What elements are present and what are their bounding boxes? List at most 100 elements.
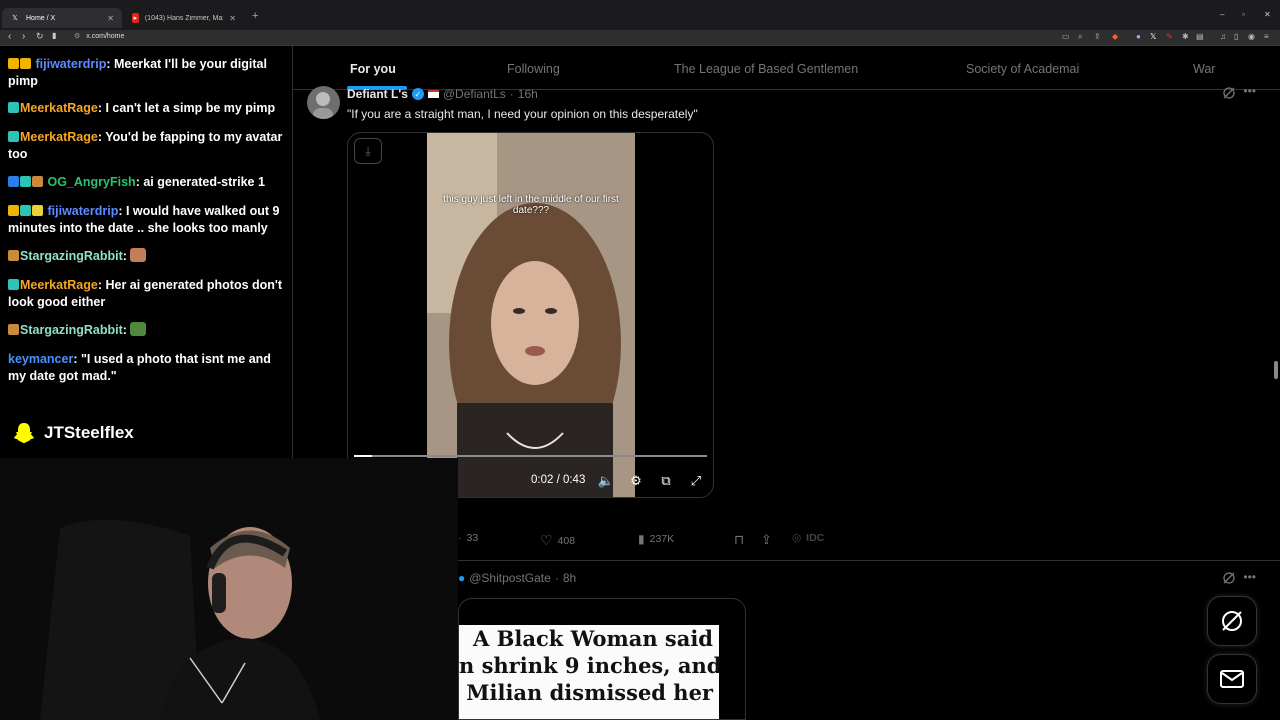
- chat-text: : I can't let a simp be my pimp: [97, 101, 276, 115]
- pen-extension-icon[interactable]: ✎: [1166, 32, 1173, 41]
- tab-following[interactable]: Following: [507, 62, 560, 76]
- video-caption: this guy just left in the middle of our …: [443, 194, 619, 216]
- more-options-icon[interactable]: •••: [1243, 84, 1256, 98]
- browser-tab-bar: 𝕏 Home / X ✕ ▸ (1043) Hans Zimmer, Max R…: [0, 0, 1280, 30]
- video-player[interactable]: this guy just left in the middle of our …: [347, 132, 714, 498]
- sub-badge-icon: [8, 102, 19, 113]
- views-icon: ▮: [638, 532, 645, 546]
- reply-action[interactable]: · 33: [458, 532, 478, 544]
- grok-icon[interactable]: [1222, 86, 1236, 100]
- author-handle[interactable]: @DefiantLs: [443, 87, 506, 101]
- tab-league-of-based-gentlemen[interactable]: The League of Based Gentlemen: [674, 62, 858, 76]
- video-progress-fill: [354, 455, 372, 457]
- gift-badge-icon: [8, 324, 19, 335]
- x-extension-icon[interactable]: 𝕏: [1150, 32, 1156, 41]
- views-action[interactable]: ▮ 237K: [638, 532, 674, 546]
- like-count: 408: [557, 534, 576, 547]
- bookmark-icon[interactable]: ▮: [52, 31, 56, 40]
- chat-message: keymancer: "I used a photo that isnt me …: [8, 351, 288, 385]
- author-name[interactable]: Defiant L's: [347, 87, 408, 101]
- chat-message: StargazingRabbit:: [8, 248, 288, 265]
- close-tab-icon[interactable]: ✕: [229, 14, 236, 23]
- back-icon[interactable]: ‹: [8, 31, 11, 42]
- more-options-icon[interactable]: •••: [1243, 570, 1256, 584]
- verified-badge-icon: ✓: [411, 88, 424, 100]
- reply-count: 33: [466, 532, 479, 544]
- post-time[interactable]: 16h: [518, 87, 538, 101]
- video-progress-bar[interactable]: [354, 455, 707, 457]
- chat-username: fijiwaterdrip: [35, 57, 107, 71]
- address-bar: ‹ › ↻ ▮ ⚙ x.com/home ▭ ⌕ ⇪ ◆ ● 𝕏 ✎ ✱ ▤ ♫…: [0, 30, 1280, 46]
- close-window-button[interactable]: ✕: [1264, 10, 1271, 19]
- fullscreen-icon[interactable]: ⤢: [688, 473, 704, 489]
- music-icon[interactable]: ♫: [1220, 32, 1226, 41]
- chat-username: MeerkatRage: [20, 130, 98, 144]
- share-action[interactable]: ⇪: [761, 532, 772, 548]
- puzzle-icon[interactable]: ✱: [1182, 32, 1189, 41]
- avatar[interactable]: [307, 86, 340, 119]
- post2-time[interactable]: 8h: [563, 571, 576, 585]
- headline-line: A Black Woman said: [473, 626, 713, 651]
- tab-title: Home / X: [26, 14, 56, 22]
- volume-icon[interactable]: 🔈: [598, 473, 614, 489]
- chat-message: StargazingRabbit:: [8, 322, 288, 339]
- chat-username: StargazingRabbit: [20, 323, 123, 337]
- grok-button[interactable]: [1207, 596, 1257, 646]
- chat-username: MeerkatRage: [20, 278, 98, 292]
- post2-image[interactable]: A Black Woman said n shrink 9 inches, an…: [458, 598, 746, 720]
- share-icon[interactable]: ⇪: [1094, 32, 1101, 41]
- download-icon[interactable]: ⤓: [354, 138, 382, 164]
- timeline-tabs: For you Following The League of Based Ge…: [293, 46, 1280, 90]
- gift-badge-icon: [8, 250, 19, 261]
- video-frame[interactable]: [427, 133, 635, 497]
- post-header: Defiant L's ✓ @DefiantLs · 16h: [347, 87, 538, 101]
- snapchat-icon: [14, 423, 34, 443]
- chat-message: MeerkatRage: Her ai generated photos don…: [8, 277, 288, 311]
- gift-badge-icon: [32, 176, 43, 187]
- minimize-button[interactable]: –: [1220, 10, 1224, 19]
- idc-badge[interactable]: ◎ IDC: [792, 532, 824, 544]
- profile-icon[interactable]: ◉: [1248, 32, 1255, 41]
- new-tab-button[interactable]: +: [252, 10, 258, 22]
- post2-header: ● @ShitpostGate · 8h: [458, 571, 577, 585]
- url-field[interactable]: ⚙ x.com/home: [74, 32, 124, 41]
- post2-handle[interactable]: @ShitpostGate: [469, 571, 551, 585]
- panel-icon[interactable]: ▯: [1234, 32, 1238, 41]
- sub-badge-icon: [20, 205, 31, 216]
- close-tab-icon[interactable]: ✕: [107, 14, 114, 23]
- chat-message: OG_AngryFish: ai generated-strike 1: [8, 174, 288, 191]
- tab-for-you[interactable]: For you: [350, 62, 396, 76]
- post-text: "If you are a straight man, I need your …: [347, 107, 698, 121]
- grok-icon[interactable]: [1222, 571, 1236, 585]
- pip-icon[interactable]: ⧉: [658, 473, 674, 489]
- zoom-icon[interactable]: ⌕: [1078, 32, 1082, 42]
- scrollbar-thumb[interactable]: [1274, 361, 1278, 379]
- grok-icon: [1222, 611, 1242, 631]
- video-person-image: [427, 133, 635, 497]
- video-time: 0:02 / 0:43: [531, 474, 586, 486]
- chat-message: MeerkatRage: You'd be fapping to my avat…: [8, 129, 288, 163]
- headline-text: A Black Woman said n shrink 9 inches, an…: [459, 625, 721, 706]
- like-action[interactable]: ♡ 408: [540, 532, 575, 549]
- tab-war[interactable]: War: [1193, 62, 1215, 76]
- reload-icon[interactable]: ↻: [36, 31, 44, 42]
- settings-icon[interactable]: ⚙: [628, 473, 644, 489]
- stream-chat: fijiwaterdrip: Meerkat I'll be your digi…: [0, 46, 293, 458]
- site-info-icon[interactable]: ⚙: [74, 32, 80, 40]
- messages-button[interactable]: [1207, 654, 1257, 704]
- sidebar-icon[interactable]: ▤: [1196, 32, 1204, 41]
- extension-icon[interactable]: ●: [1136, 32, 1141, 41]
- pepe-emote-icon: [130, 322, 147, 336]
- tab-home-x[interactable]: 𝕏 Home / X ✕: [2, 8, 122, 28]
- tab-youtube[interactable]: ▸ (1043) Hans Zimmer, Max Richter an ✕: [124, 8, 244, 28]
- chat-username: OG_AngryFish: [47, 175, 136, 189]
- x-logo-icon: 𝕏: [12, 15, 18, 22]
- screen-share-icon[interactable]: ▭: [1062, 32, 1070, 41]
- sub-badge-icon: [8, 279, 19, 290]
- brave-shield-icon[interactable]: ◆: [1112, 32, 1118, 41]
- menu-icon[interactable]: ≡: [1264, 32, 1269, 41]
- restore-button[interactable]: ▫: [1242, 10, 1245, 19]
- tab-society-of-academai[interactable]: Society of Academai: [966, 62, 1079, 76]
- bookmark-action[interactable]: ⊓: [734, 532, 744, 548]
- forward-icon[interactable]: ›: [22, 31, 25, 42]
